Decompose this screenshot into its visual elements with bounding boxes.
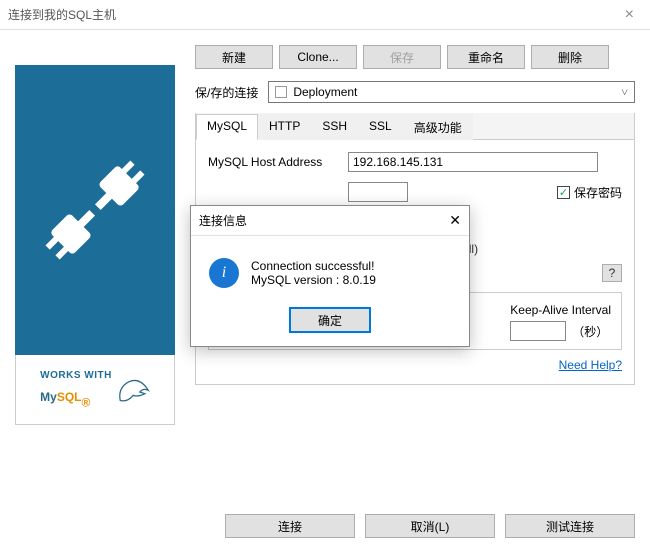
titlebar: 连接到我的SQL主机 × [0,0,650,30]
left-graphic-panel: WORKS WITH MySQL® [15,65,175,425]
window-title: 连接到我的SQL主机 [8,6,116,23]
host-label: MySQL Host Address [208,155,338,169]
obscured-row-1: ✓ 保存密码 [208,182,622,202]
connection-info-dialog: 连接信息 ✕ i Connection successful! MySQL ve… [190,205,470,347]
close-icon[interactable]: × [617,6,642,24]
cancel-button[interactable]: 取消(L) [365,514,495,538]
save-password-checkbox[interactable]: ✓ 保存密码 [557,184,622,201]
obscured-input-1[interactable] [348,182,408,202]
tab-ssl[interactable]: SSL [358,114,403,140]
dialog-close-icon[interactable]: ✕ [449,212,461,229]
save-button[interactable]: 保存 [363,45,441,69]
works-with-label: WORKS WITH [40,370,112,381]
tab-advanced[interactable]: 高级功能 [403,114,473,140]
saved-connection-label: 保/存的连接 [195,84,258,101]
rename-button[interactable]: 重命名 [447,45,525,69]
seconds-label-2: （秒） [572,323,608,340]
plug-diagram [15,65,175,355]
host-input[interactable] [348,152,598,172]
saved-connection-row: 保/存的连接 Deployment [195,81,635,103]
test-connection-button[interactable]: 测试连接 [505,514,635,538]
host-row: MySQL Host Address [208,152,622,172]
dialog-line2: MySQL version : 8.0.19 [251,273,376,287]
dialog-titlebar: 连接信息 ✕ [191,206,469,236]
connect-button[interactable]: 连接 [225,514,355,538]
color-swatch-icon [275,86,287,98]
clone-button[interactable]: Clone... [279,45,357,69]
plug-icon [35,150,155,270]
toolbar: 新建 Clone... 保存 重命名 删除 [195,45,635,69]
help-link[interactable]: Need Help? [559,358,622,372]
saved-connection-select[interactable]: Deployment [268,81,635,103]
tab-row: MySQL HTTP SSH SSL 高级功能 [196,113,634,140]
saved-connection-value: Deployment [293,85,357,99]
tab-http[interactable]: HTTP [258,114,311,140]
new-button[interactable]: 新建 [195,45,273,69]
info-icon: i [209,258,239,288]
footer: 连接 取消(L) 测试连接 [0,514,650,538]
dialog-ok-button[interactable]: 确定 [290,308,370,332]
keepalive-label: Keep-Alive Interval [510,303,611,317]
tab-mysql[interactable]: MySQL [196,114,258,140]
tab-ssh[interactable]: SSH [311,114,358,140]
dialog-message: Connection successful! MySQL version : 8… [251,259,376,287]
mysql-wordmark: MySQL® [40,381,112,409]
mysql-logo: WORKS WITH MySQL® [15,355,175,425]
dolphin-icon [116,375,150,409]
save-password-label: 保存密码 [574,184,622,201]
keepalive-input[interactable] [510,321,566,341]
dialog-title: 连接信息 [199,212,247,229]
help-row: Need Help? [208,358,622,372]
dialog-line1: Connection successful! [251,259,376,273]
delete-button[interactable]: 删除 [531,45,609,69]
help-question-button[interactable]: ? [602,264,622,282]
